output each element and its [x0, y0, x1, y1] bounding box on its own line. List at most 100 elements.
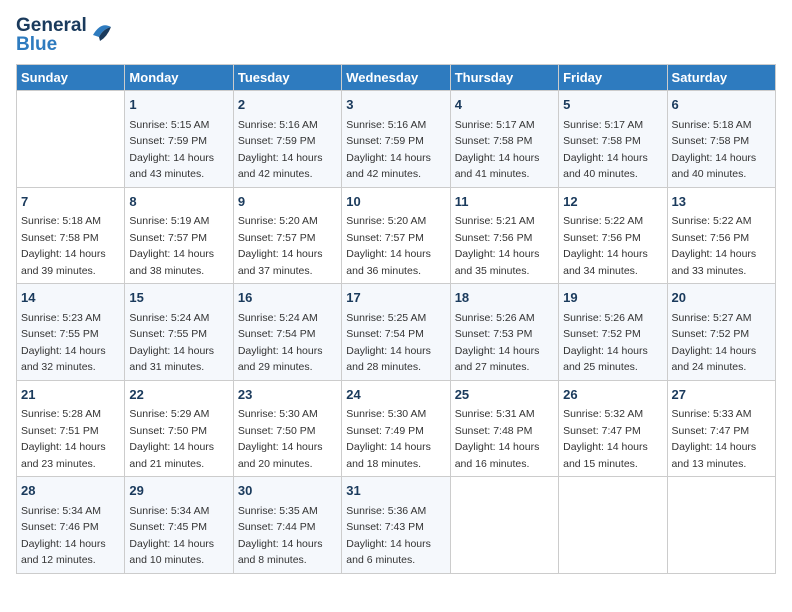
calendar-cell: 8 Sunrise: 5:19 AMSunset: 7:57 PMDayligh…: [125, 187, 233, 284]
logo-general-text: General: [16, 16, 87, 35]
day-number: 25: [455, 385, 554, 405]
day-number: 20: [672, 288, 771, 308]
calendar-cell: [559, 477, 667, 574]
day-info: Sunrise: 5:16 AMSunset: 7:59 PMDaylight:…: [346, 119, 431, 181]
day-info: Sunrise: 5:18 AMSunset: 7:58 PMDaylight:…: [21, 215, 106, 277]
calendar-cell: 21 Sunrise: 5:28 AMSunset: 7:51 PMDaylig…: [17, 380, 125, 477]
calendar-cell: 20 Sunrise: 5:27 AMSunset: 7:52 PMDaylig…: [667, 284, 775, 381]
calendar-cell: 3 Sunrise: 5:16 AMSunset: 7:59 PMDayligh…: [342, 91, 450, 188]
day-info: Sunrise: 5:33 AMSunset: 7:47 PMDaylight:…: [672, 408, 757, 470]
weekday-header: Wednesday: [342, 65, 450, 91]
day-info: Sunrise: 5:36 AMSunset: 7:43 PMDaylight:…: [346, 505, 431, 567]
day-info: Sunrise: 5:15 AMSunset: 7:59 PMDaylight:…: [129, 119, 214, 181]
calendar-cell: [17, 91, 125, 188]
calendar-cell: 31 Sunrise: 5:36 AMSunset: 7:43 PMDaylig…: [342, 477, 450, 574]
calendar-header-row: SundayMondayTuesdayWednesdayThursdayFrid…: [17, 65, 776, 91]
day-info: Sunrise: 5:23 AMSunset: 7:55 PMDaylight:…: [21, 312, 106, 374]
day-info: Sunrise: 5:26 AMSunset: 7:52 PMDaylight:…: [563, 312, 648, 374]
calendar-cell: 18 Sunrise: 5:26 AMSunset: 7:53 PMDaylig…: [450, 284, 558, 381]
calendar-table: SundayMondayTuesdayWednesdayThursdayFrid…: [16, 64, 776, 574]
day-info: Sunrise: 5:35 AMSunset: 7:44 PMDaylight:…: [238, 505, 323, 567]
day-number: 18: [455, 288, 554, 308]
day-number: 15: [129, 288, 228, 308]
day-info: Sunrise: 5:19 AMSunset: 7:57 PMDaylight:…: [129, 215, 214, 277]
day-number: 17: [346, 288, 445, 308]
calendar-cell: 29 Sunrise: 5:34 AMSunset: 7:45 PMDaylig…: [125, 477, 233, 574]
day-info: Sunrise: 5:22 AMSunset: 7:56 PMDaylight:…: [563, 215, 648, 277]
calendar-cell: 15 Sunrise: 5:24 AMSunset: 7:55 PMDaylig…: [125, 284, 233, 381]
day-number: 6: [672, 95, 771, 115]
day-number: 4: [455, 95, 554, 115]
calendar-cell: 7 Sunrise: 5:18 AMSunset: 7:58 PMDayligh…: [17, 187, 125, 284]
calendar-cell: 10 Sunrise: 5:20 AMSunset: 7:57 PMDaylig…: [342, 187, 450, 284]
day-info: Sunrise: 5:30 AMSunset: 7:50 PMDaylight:…: [238, 408, 323, 470]
day-number: 9: [238, 192, 337, 212]
day-info: Sunrise: 5:16 AMSunset: 7:59 PMDaylight:…: [238, 119, 323, 181]
calendar-cell: 13 Sunrise: 5:22 AMSunset: 7:56 PMDaylig…: [667, 187, 775, 284]
day-number: 1: [129, 95, 228, 115]
calendar-week-row: 1 Sunrise: 5:15 AMSunset: 7:59 PMDayligh…: [17, 91, 776, 188]
day-number: 14: [21, 288, 120, 308]
calendar-cell: 12 Sunrise: 5:22 AMSunset: 7:56 PMDaylig…: [559, 187, 667, 284]
weekday-header: Saturday: [667, 65, 775, 91]
day-number: 12: [563, 192, 662, 212]
day-number: 16: [238, 288, 337, 308]
day-number: 29: [129, 481, 228, 501]
calendar-cell: 4 Sunrise: 5:17 AMSunset: 7:58 PMDayligh…: [450, 91, 558, 188]
day-info: Sunrise: 5:30 AMSunset: 7:49 PMDaylight:…: [346, 408, 431, 470]
calendar-cell: 1 Sunrise: 5:15 AMSunset: 7:59 PMDayligh…: [125, 91, 233, 188]
calendar-cell: 28 Sunrise: 5:34 AMSunset: 7:46 PMDaylig…: [17, 477, 125, 574]
day-number: 21: [21, 385, 120, 405]
calendar-cell: [667, 477, 775, 574]
day-info: Sunrise: 5:21 AMSunset: 7:56 PMDaylight:…: [455, 215, 540, 277]
calendar-cell: 26 Sunrise: 5:32 AMSunset: 7:47 PMDaylig…: [559, 380, 667, 477]
day-number: 13: [672, 192, 771, 212]
logo-bird-icon: [91, 17, 113, 49]
calendar-week-row: 7 Sunrise: 5:18 AMSunset: 7:58 PMDayligh…: [17, 187, 776, 284]
calendar-cell: 24 Sunrise: 5:30 AMSunset: 7:49 PMDaylig…: [342, 380, 450, 477]
day-number: 26: [563, 385, 662, 405]
day-number: 10: [346, 192, 445, 212]
day-info: Sunrise: 5:29 AMSunset: 7:50 PMDaylight:…: [129, 408, 214, 470]
page-header: General Blue: [16, 16, 776, 54]
day-number: 2: [238, 95, 337, 115]
calendar-cell: 25 Sunrise: 5:31 AMSunset: 7:48 PMDaylig…: [450, 380, 558, 477]
day-number: 31: [346, 481, 445, 501]
day-info: Sunrise: 5:17 AMSunset: 7:58 PMDaylight:…: [563, 119, 648, 181]
day-info: Sunrise: 5:34 AMSunset: 7:45 PMDaylight:…: [129, 505, 214, 567]
calendar-cell: 9 Sunrise: 5:20 AMSunset: 7:57 PMDayligh…: [233, 187, 341, 284]
logo-wordmark: General Blue: [16, 16, 113, 54]
day-info: Sunrise: 5:34 AMSunset: 7:46 PMDaylight:…: [21, 505, 106, 567]
day-number: 24: [346, 385, 445, 405]
day-number: 30: [238, 481, 337, 501]
calendar-cell: 16 Sunrise: 5:24 AMSunset: 7:54 PMDaylig…: [233, 284, 341, 381]
day-number: 22: [129, 385, 228, 405]
day-info: Sunrise: 5:20 AMSunset: 7:57 PMDaylight:…: [346, 215, 431, 277]
calendar-cell: 23 Sunrise: 5:30 AMSunset: 7:50 PMDaylig…: [233, 380, 341, 477]
day-info: Sunrise: 5:28 AMSunset: 7:51 PMDaylight:…: [21, 408, 106, 470]
calendar-week-row: 21 Sunrise: 5:28 AMSunset: 7:51 PMDaylig…: [17, 380, 776, 477]
logo: General Blue: [16, 16, 113, 54]
calendar-cell: 30 Sunrise: 5:35 AMSunset: 7:44 PMDaylig…: [233, 477, 341, 574]
day-info: Sunrise: 5:25 AMSunset: 7:54 PMDaylight:…: [346, 312, 431, 374]
day-number: 23: [238, 385, 337, 405]
weekday-header: Sunday: [17, 65, 125, 91]
day-info: Sunrise: 5:31 AMSunset: 7:48 PMDaylight:…: [455, 408, 540, 470]
logo-blue-text: Blue: [16, 35, 87, 54]
calendar-cell: 22 Sunrise: 5:29 AMSunset: 7:50 PMDaylig…: [125, 380, 233, 477]
day-info: Sunrise: 5:18 AMSunset: 7:58 PMDaylight:…: [672, 119, 757, 181]
day-info: Sunrise: 5:26 AMSunset: 7:53 PMDaylight:…: [455, 312, 540, 374]
day-info: Sunrise: 5:20 AMSunset: 7:57 PMDaylight:…: [238, 215, 323, 277]
day-number: 5: [563, 95, 662, 115]
calendar-cell: 2 Sunrise: 5:16 AMSunset: 7:59 PMDayligh…: [233, 91, 341, 188]
day-number: 3: [346, 95, 445, 115]
calendar-cell: 17 Sunrise: 5:25 AMSunset: 7:54 PMDaylig…: [342, 284, 450, 381]
calendar-cell: [450, 477, 558, 574]
calendar-cell: 5 Sunrise: 5:17 AMSunset: 7:58 PMDayligh…: [559, 91, 667, 188]
day-info: Sunrise: 5:27 AMSunset: 7:52 PMDaylight:…: [672, 312, 757, 374]
day-info: Sunrise: 5:22 AMSunset: 7:56 PMDaylight:…: [672, 215, 757, 277]
day-info: Sunrise: 5:24 AMSunset: 7:54 PMDaylight:…: [238, 312, 323, 374]
calendar-cell: 27 Sunrise: 5:33 AMSunset: 7:47 PMDaylig…: [667, 380, 775, 477]
calendar-cell: 19 Sunrise: 5:26 AMSunset: 7:52 PMDaylig…: [559, 284, 667, 381]
day-number: 19: [563, 288, 662, 308]
